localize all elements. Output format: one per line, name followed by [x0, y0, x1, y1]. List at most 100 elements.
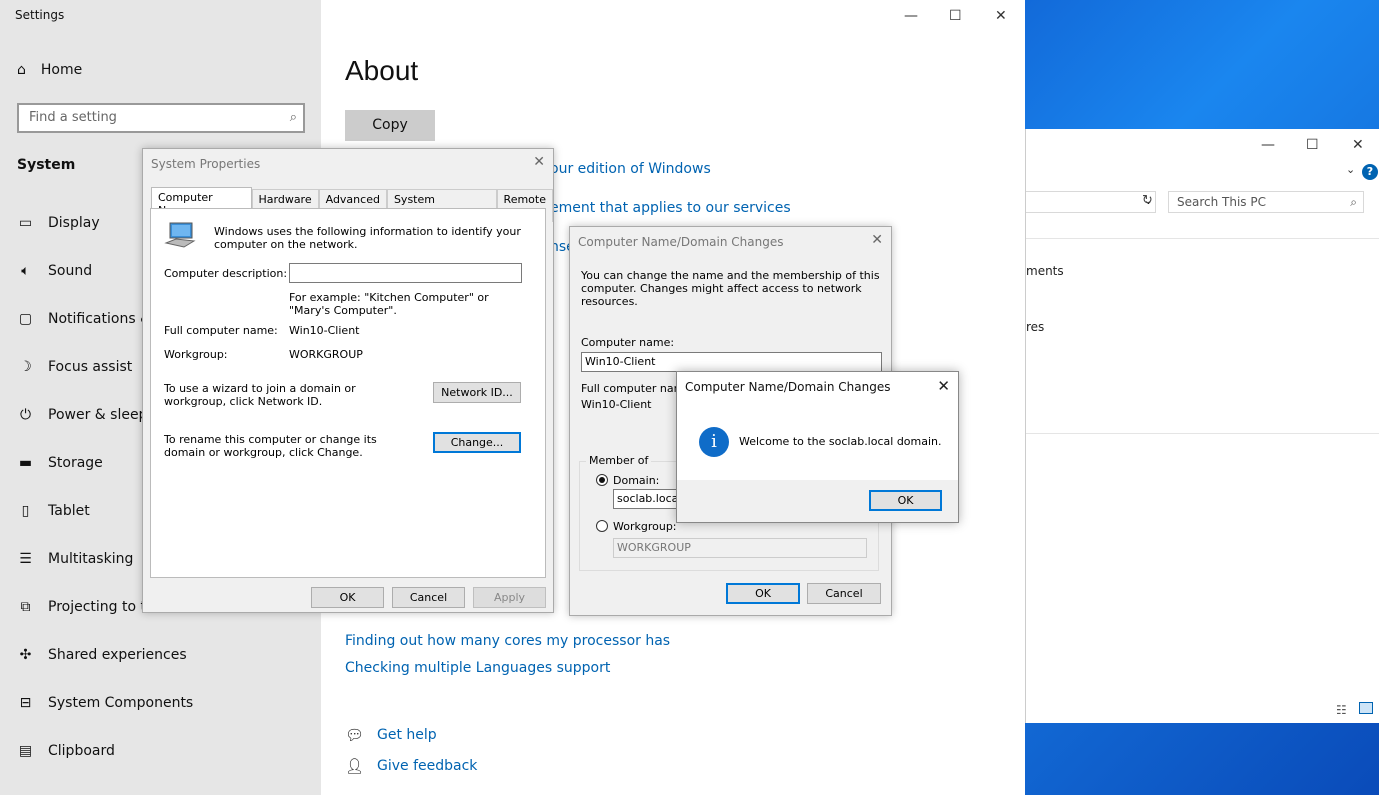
tiles-view-icon[interactable] — [1359, 702, 1373, 714]
search-input[interactable]: Find a setting ⌕ — [17, 103, 305, 133]
power-icon: ⏻ — [19, 407, 32, 423]
tablet-icon: ▯ — [21, 503, 30, 519]
close-icon[interactable]: ✕ — [995, 8, 1007, 24]
maximize-icon[interactable]: ☐ — [949, 8, 962, 24]
dialog-title: Computer Name/Domain Changes — [578, 235, 784, 249]
copy-button[interactable]: Copy — [345, 110, 435, 141]
chevron-down-icon[interactable]: ⌄ — [1346, 163, 1355, 176]
example-text: For example: "Kitchen Computer" or "Mary… — [289, 291, 489, 317]
search-icon: ⌕ — [289, 110, 297, 125]
workgroup-label: Workgroup: — [164, 348, 228, 361]
workgroup-field[interactable]: WORKGROUP — [613, 538, 867, 558]
sidebar-item-shared-experiences[interactable]: ✣ Shared experiences — [17, 647, 187, 663]
computer-icon — [164, 221, 196, 248]
dialog-title: System Properties — [151, 157, 261, 171]
dialog-title: Computer Name/Domain Changes — [685, 380, 891, 394]
storage-icon: ▬ — [18, 455, 33, 471]
sidebar-item-notifications[interactable]: ▢ Notifications & — [17, 311, 151, 327]
sidebar-item-clipboard[interactable]: ▤ Clipboard — [17, 743, 115, 759]
change-button[interactable]: Change... — [433, 432, 521, 453]
close-icon[interactable]: ✕ — [871, 232, 883, 248]
close-icon[interactable]: ✕ — [1352, 137, 1364, 153]
link-languages[interactable]: Checking multiple Languages support — [345, 660, 610, 676]
close-icon[interactable]: ✕ — [937, 377, 950, 395]
workgroup-value: WORKGROUP — [289, 348, 363, 361]
wizard-text: To use a wizard to join a domain or work… — [164, 382, 356, 408]
give-feedback-link[interactable]: Give feedback — [377, 758, 477, 774]
tab-page: Windows uses the following information t… — [150, 208, 546, 578]
information-icon: i — [699, 427, 729, 457]
search-input[interactable]: Search This PC ⌕ — [1168, 191, 1364, 213]
cancel-button[interactable]: Cancel — [807, 583, 881, 604]
ok-button[interactable]: OK — [726, 583, 800, 604]
welcome-message: Welcome to the soclab.local domain. — [739, 435, 942, 448]
button-bar: OK — [677, 480, 958, 522]
apply-button[interactable]: Apply — [473, 587, 546, 608]
sidebar-item-display[interactable]: ▭ Display — [17, 215, 100, 231]
workgroup-label: Workgroup: — [613, 520, 677, 533]
full-name-value: Win10-Client — [289, 324, 360, 337]
intro-text: Windows uses the following information t… — [214, 225, 521, 251]
home-nav[interactable]: ⌂ Home — [17, 62, 82, 78]
computer-description-field[interactable] — [289, 263, 522, 283]
projecting-icon: ⧉ — [20, 599, 31, 615]
list-item[interactable]: res — [1026, 320, 1044, 334]
help-icon: 💬︎ — [345, 726, 365, 744]
sidebar-item-tablet[interactable]: ▯ Tablet — [17, 503, 90, 519]
sidebar-item-projecting[interactable]: ⧉ Projecting to th — [17, 599, 155, 615]
ok-button[interactable]: OK — [869, 490, 942, 511]
shared-icon: ✣ — [19, 647, 32, 663]
page-title: About — [345, 55, 419, 86]
full-name-value: Win10-Client — [581, 398, 652, 411]
multitasking-icon: ☰ — [19, 551, 32, 567]
section-title: System — [17, 157, 76, 173]
computer-name-label: Computer name: — [581, 336, 675, 349]
sidebar-item-sound[interactable]: 🔈︎ Sound — [17, 263, 92, 279]
maximize-icon[interactable]: ☐ — [1306, 137, 1319, 153]
link-services[interactable]: ement that applies to our services — [550, 200, 791, 216]
intro-text: You can change the name and the membersh… — [581, 269, 880, 308]
details-view-icon[interactable]: ☷ — [1336, 703, 1347, 717]
group-legend: Member of — [586, 454, 652, 467]
window-title: Settings — [15, 8, 65, 22]
domain-field[interactable]: soclab.local — [613, 489, 683, 509]
sidebar-item-storage[interactable]: ▬ Storage — [17, 455, 103, 471]
address-bar[interactable]: ⌄ — [1026, 191, 1156, 213]
components-icon: ⊟ — [19, 695, 32, 711]
feedback-icon: 👤︎ — [345, 757, 365, 775]
network-id-button[interactable]: Network ID... — [433, 382, 521, 403]
system-properties-dialog: System Properties ✕ Computer Name Hardwa… — [142, 148, 554, 613]
minimize-icon[interactable]: — — [1261, 137, 1275, 153]
close-icon[interactable]: ✕ — [533, 154, 545, 170]
link-edition[interactable]: our edition of Windows — [550, 161, 711, 177]
sidebar-item-multitasking[interactable]: ☰ Multitasking — [17, 551, 133, 567]
search-icon: ⌕ — [1350, 195, 1357, 209]
speaker-icon: 🔈︎ — [21, 263, 30, 279]
notification-icon: ▢ — [18, 311, 33, 327]
link-cores[interactable]: Finding out how many cores my processor … — [345, 633, 670, 649]
divider — [1026, 433, 1379, 434]
cancel-button[interactable]: Cancel — [392, 587, 465, 608]
clipboard-icon: ▤ — [18, 743, 33, 759]
domain-radio[interactable] — [596, 473, 608, 486]
full-name-label: Full computer name: — [164, 324, 278, 337]
refresh-icon[interactable]: ↻ — [1142, 193, 1153, 208]
monitor-icon: ▭ — [18, 215, 33, 231]
file-explorer-window: — ☐ ✕ ⌄ ? ⌄ ↻ Search This PC ⌕ ments res … — [1025, 129, 1379, 723]
divider — [1026, 238, 1379, 239]
computer-name-field[interactable]: Win10-Client — [581, 352, 882, 372]
get-help-link[interactable]: Get help — [377, 727, 437, 743]
home-icon: ⌂ — [17, 62, 26, 78]
help-icon[interactable]: ? — [1362, 164, 1378, 180]
list-item[interactable]: ments — [1026, 264, 1064, 278]
sidebar-item-system-components[interactable]: ⊟ System Components — [17, 695, 194, 711]
ok-button[interactable]: OK — [311, 587, 384, 608]
sidebar-item-power[interactable]: ⏻ Power & sleep — [17, 407, 148, 423]
workgroup-radio[interactable] — [596, 519, 608, 532]
minimize-icon[interactable]: — — [904, 8, 918, 24]
welcome-message-box: Computer Name/Domain Changes ✕ i Welcome… — [676, 371, 959, 523]
rename-text: To rename this computer or change its do… — [164, 433, 377, 459]
moon-icon: ☽ — [19, 359, 32, 375]
sidebar-item-focus-assist[interactable]: ☽ Focus assist — [17, 359, 132, 375]
domain-label: Domain: — [613, 474, 660, 487]
